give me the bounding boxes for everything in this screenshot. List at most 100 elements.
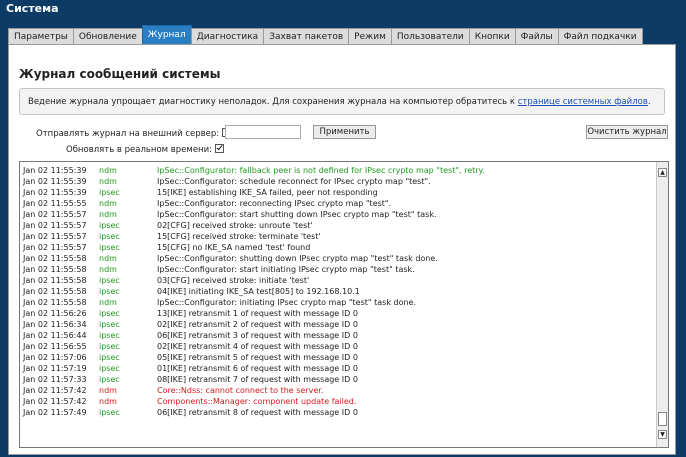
log-row: Jan 02 11:55:57 ipsec 15[CFG] no IKE_SA na… [20,242,656,253]
log-source: ndm [99,199,117,208]
log-scrollbar[interactable]: ▲ ▼ [656,162,668,447]
log-source: ipsec [99,375,120,384]
info-box: Ведение журнала упрощает диагностику неп… [19,88,665,115]
app-title: Система [6,2,59,15]
log-row: Jan 02 11:55:58 ndm IpSec::Configurator: i… [20,297,656,308]
log-row: Jan 02 11:56:44 ipsec 06[IKE] retransmit 3… [20,330,656,341]
log-message: IpSec::Configurator: start initiating IP… [157,265,415,274]
log-row: Jan 02 11:57:06 ipsec 05[IKE] retransmit 5… [20,352,656,363]
log-row: Jan 02 11:57:49 ipsec 06[IKE] retransmit 8… [20,407,656,418]
log-date: Jan 02 11:55:57 [23,243,87,252]
log-date: Jan 02 11:56:26 [23,309,87,318]
apply-button[interactable]: Применить [313,125,376,139]
log-source: ndm [99,397,117,406]
log-source: ipsec [99,309,120,318]
log-row: Jan 02 11:56:55 ipsec 02[IKE] retransmit 4… [20,341,656,352]
log-source: ipsec [99,287,120,296]
realtime-row: Обновлять в реальном времени: [66,144,224,155]
tab-item[interactable]: Журнал [141,25,192,44]
log-source: ndm [99,166,117,175]
log-message: 06[IKE] retransmit 8 of request with mes… [157,408,358,417]
log-date: Jan 02 11:55:58 [23,276,87,285]
log-row: Jan 02 11:55:57 ndm IpSec::Configurator: s… [20,209,656,220]
log-date: Jan 02 11:55:57 [23,221,87,230]
log-row: Jan 02 11:55:57 ipsec 15[CFG] received str… [20,231,656,242]
tab-item[interactable]: Параметры [8,28,74,44]
tab-item[interactable]: Кнопки [468,28,516,44]
scroll-up-arrow-icon[interactable]: ▲ [658,168,667,177]
log-message: 02[CFG] received stroke: unroute 'test' [157,221,313,230]
realtime-label: Обновлять в реальном времени: [66,145,212,155]
log-row: Jan 02 11:55:58 ndm IpSec::Configurator: s… [20,264,656,275]
log-message: IpSec::Configurator: reconnecting IPsec … [157,199,392,208]
log-message: 04[IKE] initiating IKE_SA test[805] to 1… [157,287,360,296]
log-message: 15[IKE] establishing IKE_SA failed, peer… [157,188,378,197]
send-log-row: Отправлять журнал на внешний сервер: [36,128,231,139]
log-date: Jan 02 11:55:57 [23,232,87,241]
log-message: 13[IKE] retransmit 1 of request with mes… [157,309,358,318]
log-message: 08[IKE] retransmit 7 of request with mes… [157,375,358,384]
log-message: Core::Ndss: cannot connect to the server… [157,386,324,395]
log-date: Jan 02 11:56:44 [23,331,87,340]
log-message: 01[IKE] retransmit 6 of request with mes… [157,364,358,373]
log-source: ipsec [99,232,120,241]
tab-item[interactable]: Файлы [514,28,559,44]
log-message: 15[CFG] no IKE_SA named 'test' found [157,243,311,252]
log-row: Jan 02 11:55:58 ipsec 03[CFG] received str… [20,275,656,286]
log-source: ndm [99,177,117,186]
tab-bar: Параметры Обновление Журнал Диагностика Захв… [8,25,643,44]
log-date: Jan 02 11:55:58 [23,254,87,263]
tab-item[interactable]: Режим [348,28,392,44]
log-date: Jan 02 11:56:34 [23,320,87,329]
clear-log-button[interactable]: Очистить журнал [586,125,668,139]
tab-item[interactable]: Диагностика [190,28,265,44]
log-source: ndm [99,298,117,307]
log-source: ipsec [99,320,120,329]
log-row: Jan 02 11:55:55 ndm IpSec::Configurator: r… [20,198,656,209]
tab-item[interactable]: Захват пакетов [263,28,350,44]
log-row: Jan 02 11:55:39 ipsec 15[IKE] establishing… [20,187,656,198]
send-log-label: Отправлять журнал на внешний сервер: [36,129,220,139]
log-date: Jan 02 11:57:33 [23,375,87,384]
log-date: Jan 02 11:57:42 [23,386,87,395]
log-date: Jan 02 11:56:55 [23,342,87,351]
log-row: Jan 02 11:57:42 ndm Core::Ndss: cannot con… [20,385,656,396]
system-files-link[interactable]: странице системных файлов [518,97,648,107]
log-row: Jan 02 11:55:39 ndm IpSec::Configurator: f… [20,165,656,176]
log-source: ipsec [99,276,120,285]
log-source: ipsec [99,353,120,362]
log-source: ipsec [99,331,120,340]
log-message: 15[CFG] received stroke: terminate 'test… [157,232,321,241]
log-date: Jan 02 11:55:58 [23,265,87,274]
log-source: ipsec [99,364,120,373]
log-date: Jan 02 11:55:57 [23,210,87,219]
log-message: 02[IKE] retransmit 2 of request with mes… [157,320,358,329]
realtime-checkbox[interactable] [214,144,224,153]
log-date: Jan 02 11:57:42 [23,397,87,406]
log-row: Jan 02 11:55:58 ipsec 04[IKE] initiating I… [20,286,656,297]
info-end: . [647,97,651,107]
tab-item[interactable]: Файл подкачки [557,28,643,44]
scroll-down-arrow-icon[interactable]: ▼ [658,430,667,439]
log-date: Jan 02 11:55:58 [23,298,87,307]
log-row: Jan 02 11:57:42 ndm Components::Manager: c… [20,396,656,407]
log-message: 02[IKE] retransmit 4 of request with mes… [157,342,358,351]
scroll-thumb[interactable] [658,412,667,426]
log-source: ipsec [99,243,120,252]
log-message: IpSec::Configurator: initiating IPsec cr… [157,298,417,307]
server-address-input[interactable] [225,125,301,139]
log-date: Jan 02 11:57:06 [23,353,87,362]
tab-item[interactable]: Пользователи [390,28,470,44]
tab-item[interactable]: Обновление [72,28,143,44]
page-title: Журнал сообщений системы [19,67,221,81]
log-row: Jan 02 11:56:34 ipsec 02[IKE] retransmit 2… [20,319,656,330]
log-source: ndm [99,386,117,395]
log-row: Jan 02 11:57:33 ipsec 08[IKE] retransmit 7… [20,374,656,385]
log-date: Jan 02 11:55:39 [23,188,87,197]
log-date: Jan 02 11:55:55 [23,199,87,208]
log-message: IpSec::Configurator: shutting down IPsec… [157,254,438,263]
log-source: ndm [99,265,117,274]
log-source: ipsec [99,188,120,197]
main-panel: Журнал сообщений системы Ведение журнала… [8,44,676,455]
log-message: 06[IKE] retransmit 3 of request with mes… [157,331,358,340]
